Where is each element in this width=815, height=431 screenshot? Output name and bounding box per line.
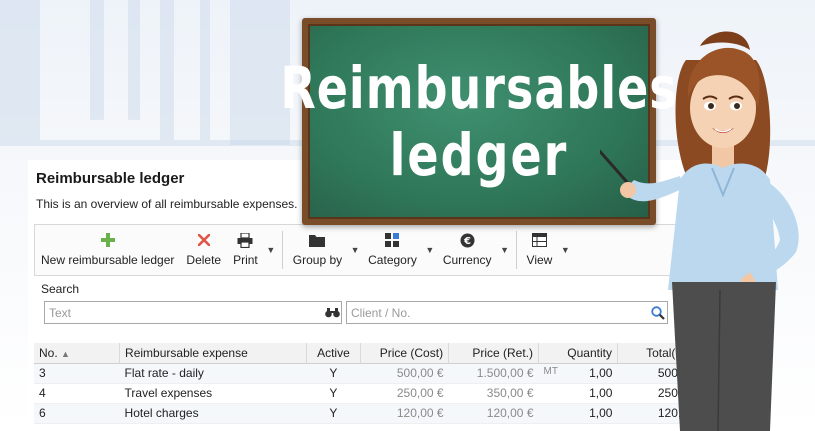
cell-price-ret: 1.500,00 €	[448, 363, 539, 384]
column-header-price-ret[interactable]: Price (Ret.)	[448, 343, 539, 364]
currency-chevron-icon[interactable]: ▼	[498, 225, 512, 275]
delete-label: Delete	[186, 253, 222, 267]
category-button[interactable]: Category	[362, 225, 423, 275]
text-search-field[interactable]	[44, 301, 342, 324]
presenter-woman-illustration	[600, 31, 799, 431]
view-label: View	[526, 253, 553, 267]
chalkboard-surface: Reimbursables ledger	[280, 24, 677, 219]
currency-button[interactable]: € Currency	[437, 225, 498, 275]
cell-expense: Flat rate - daily	[119, 363, 306, 384]
print-dropdown-chevron-icon[interactable]: ▼	[264, 225, 278, 275]
cell-price-cost: 120,00 €	[360, 403, 449, 424]
plus-icon	[100, 231, 115, 249]
pointer-stick	[600, 149, 636, 192]
cell-price-cost: 500,00 €	[360, 363, 449, 384]
text-search-input[interactable]	[45, 302, 323, 323]
cell-active: Y	[306, 403, 361, 424]
page-title: Reimbursable ledger	[36, 170, 185, 187]
group-by-chevron-icon[interactable]: ▼	[348, 225, 362, 275]
cell-active: Y	[306, 363, 361, 384]
toolbar-divider	[281, 231, 283, 269]
view-chevron-icon[interactable]: ▼	[558, 225, 572, 275]
printer-icon	[237, 231, 253, 249]
group-by-button[interactable]: Group by	[287, 225, 348, 275]
delete-x-icon	[197, 231, 210, 249]
group-by-label: Group by	[292, 253, 343, 267]
folder-icon	[309, 231, 326, 249]
category-chevron-icon[interactable]: ▼	[423, 225, 437, 275]
cell-price-cost: 250,00 €	[360, 383, 449, 404]
cell-price-ret: 350,00 €	[448, 383, 539, 404]
new-reimbursable-ledger-label: New reimbursable ledger	[41, 253, 175, 267]
cell-no: 3	[34, 363, 120, 384]
cell-no: 4	[34, 383, 120, 404]
view-button[interactable]: View	[521, 225, 559, 275]
binoculars-icon[interactable]	[323, 307, 341, 318]
cell-no: 6	[34, 403, 120, 424]
cell-expense: Hotel charges	[119, 403, 306, 424]
column-header-price-cost[interactable]: Price (Cost)	[360, 343, 450, 364]
toolbar-divider	[515, 231, 517, 269]
column-header-expense[interactable]: Reimbursable expense	[119, 343, 307, 364]
banner-title-line2: ledger	[389, 120, 569, 189]
cell-price-ret: 120,00 €	[448, 403, 539, 424]
print-label: Print	[233, 253, 258, 267]
cell-expense: Travel expenses	[119, 383, 306, 404]
table-view-icon	[531, 231, 547, 249]
print-button[interactable]: Print	[227, 225, 264, 275]
category-icon	[384, 231, 400, 249]
page-subtitle: This is an overview of all reimbursable …	[36, 197, 298, 211]
column-header-active[interactable]: Active	[306, 343, 362, 364]
currency-label: Currency	[442, 253, 492, 267]
cell-active: Y	[306, 383, 361, 404]
category-label: Category	[368, 253, 417, 267]
svg-text:€: €	[463, 236, 471, 247]
cell-unit: MT	[543, 366, 558, 377]
search-section-label: Search	[41, 282, 80, 296]
delete-button[interactable]: Delete	[180, 225, 227, 275]
sort-ascending-icon: ▲	[61, 348, 70, 359]
euro-coin-icon: €	[460, 231, 475, 249]
column-header-no[interactable]: No. ▲	[34, 343, 121, 364]
new-reimbursable-ledger-button[interactable]: New reimbursable ledger	[35, 225, 180, 275]
